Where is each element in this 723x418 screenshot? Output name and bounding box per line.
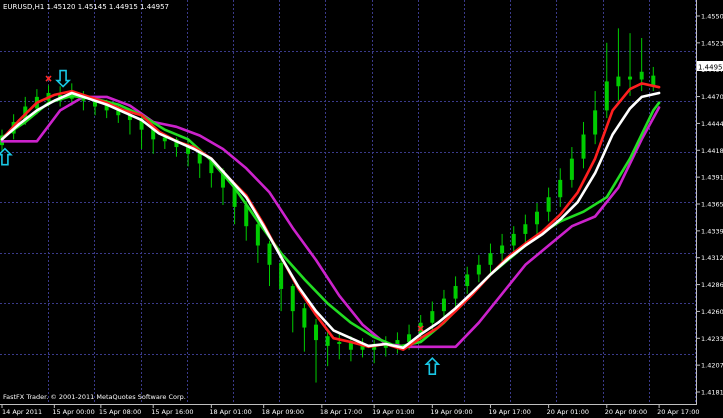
candle-body [255,224,260,246]
candle-body [534,211,539,225]
candle-body [430,311,435,323]
chart: 1.455001.452351.449701.447051.444451.441… [0,0,723,418]
candle-body [639,71,644,80]
candle-body [314,324,319,341]
x-tick-label: 14 Apr 2011 [2,408,42,416]
candle-body [488,253,493,265]
chart-header: EURUSD,H1 1.45120 1.45145 1.44915 1.4495… [3,3,169,11]
y-tick-label: 1.42865 [701,281,723,289]
y-tick-label: 1.43125 [701,254,723,262]
candle-body [465,274,470,287]
x-tick-label: 20 Apr 09:00 [605,408,647,416]
y-tick-label: 1.42075 [701,362,723,370]
x-tick-label: 18 Apr 17:00 [320,408,362,416]
candle-body [325,336,330,346]
candle-body [523,224,528,234]
copyright-footer: FastFX Trader. © 2001-2011 MetaQuotes So… [3,393,186,401]
y-tick-label: 1.42600 [701,308,723,316]
y-tick-label: 1.43915 [701,174,723,182]
y-tick-label: 1.44445 [701,120,723,128]
x-tick-label: 19 Apr 17:00 [488,408,530,416]
candle-body [302,308,307,328]
candle-body [511,233,516,246]
candle-body [500,245,505,254]
candle-body [651,75,656,86]
y-tick-label: 1.44180 [701,147,723,155]
y-tick-label: 1.45500 [701,13,723,21]
candle-body [616,76,621,87]
candle-body [546,197,551,212]
candle-body [476,264,481,275]
x-tick-label: 15 Apr 08:00 [99,408,141,416]
y-tick-label: 1.45235 [701,39,723,47]
y-tick-label: 1.43655 [701,201,723,209]
x-tick-label: 18 Apr 09:00 [262,408,304,416]
y-tick-label: 1.43390 [701,227,723,235]
x-tick-label: 20 Apr 01:00 [547,408,589,416]
candle-body [267,243,272,265]
x-tick-label: 19 Apr 01:00 [372,408,414,416]
current-price-tag: 1.44957 [698,64,723,72]
chart-background [0,0,723,418]
y-tick-label: 1.42335 [701,335,723,343]
candle-body [279,262,284,289]
x-tick-label: 19 Apr 09:00 [430,408,472,416]
x-tick-label: 15 Apr 00:00 [52,408,94,416]
candle-body [628,76,633,80]
y-tick-label: 1.41810 [701,389,723,397]
candle-body [453,286,458,299]
x-tick-label: 15 Apr 16:00 [151,408,193,416]
candle-body [581,134,586,159]
candle-body [441,298,446,312]
candle-body [604,81,609,111]
candle-body [593,110,598,135]
x-tick-label: 20 Apr 17:00 [657,408,699,416]
candle-body [290,286,295,312]
x-tick-label: 18 Apr 01:00 [209,408,251,416]
candle-body [569,158,574,180]
candle-body [337,342,342,344]
y-tick-label: 1.44705 [701,93,723,101]
candle-body [558,179,563,198]
